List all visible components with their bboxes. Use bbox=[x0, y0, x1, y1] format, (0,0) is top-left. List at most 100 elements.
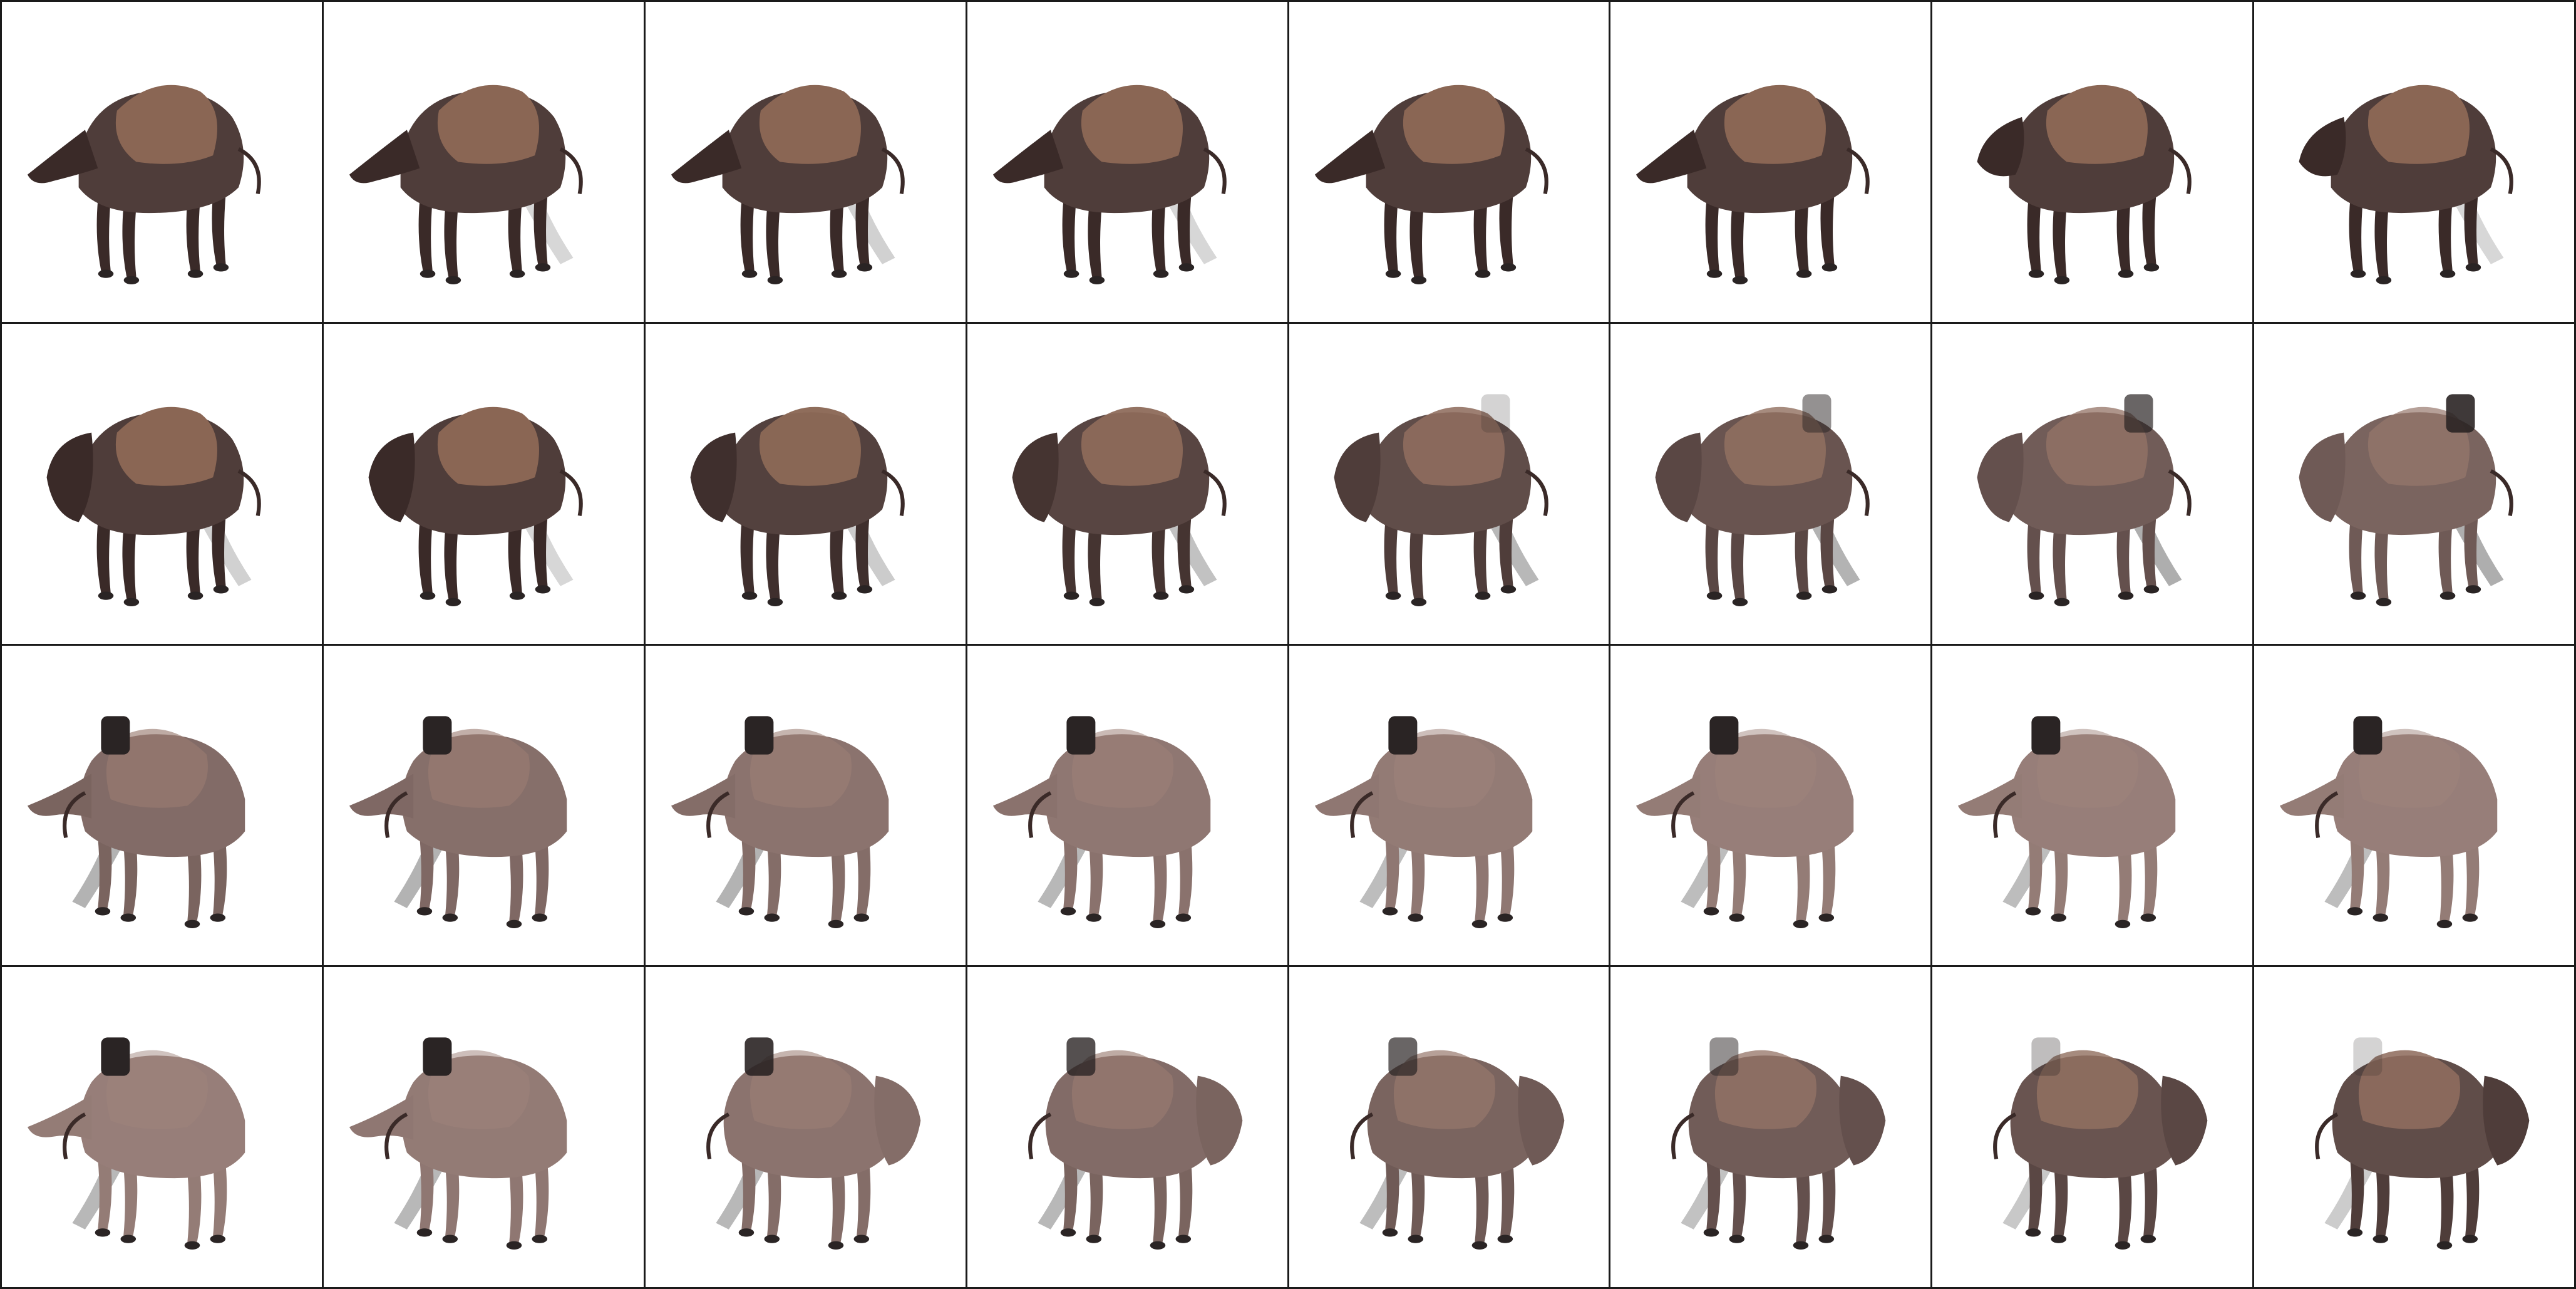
frame-cell bbox=[1610, 2, 1933, 324]
frame-cell bbox=[1932, 967, 2255, 1289]
hoof bbox=[1497, 913, 1513, 922]
leg bbox=[2028, 1159, 2043, 1230]
leg bbox=[1151, 200, 1166, 271]
frame-cell bbox=[2, 967, 324, 1289]
leg bbox=[2350, 1159, 2364, 1230]
hoof bbox=[213, 263, 229, 272]
bison-image bbox=[27, 715, 245, 928]
hoof bbox=[1089, 598, 1105, 606]
leg bbox=[1731, 206, 1745, 277]
hoof bbox=[2350, 591, 2366, 600]
hoof bbox=[95, 906, 111, 916]
hoof bbox=[1385, 269, 1401, 278]
leg bbox=[2439, 850, 2454, 921]
bison-figure bbox=[1958, 715, 2176, 928]
hoof bbox=[1793, 919, 1809, 928]
leg bbox=[2027, 522, 2041, 593]
leg bbox=[1474, 1172, 1488, 1243]
leg bbox=[2465, 844, 2480, 914]
frame-cell bbox=[2, 323, 324, 646]
block-ear bbox=[2124, 394, 2153, 433]
leg bbox=[2439, 1172, 2454, 1243]
hoof bbox=[1178, 263, 1194, 272]
hoof bbox=[184, 1241, 200, 1250]
frame-cell bbox=[645, 967, 967, 1289]
hoof bbox=[1733, 598, 1748, 606]
bison-figure bbox=[1655, 394, 1870, 606]
hoof bbox=[420, 591, 436, 600]
leg bbox=[2349, 522, 2363, 593]
hoof bbox=[2054, 598, 2070, 606]
leg bbox=[186, 200, 200, 271]
leg bbox=[1384, 200, 1398, 271]
hoof bbox=[1796, 269, 1812, 278]
hoof bbox=[1500, 263, 1516, 272]
leg bbox=[444, 528, 458, 599]
hoof bbox=[767, 598, 783, 606]
frame-cell bbox=[323, 2, 646, 324]
hoof bbox=[2029, 591, 2044, 600]
leg bbox=[766, 528, 780, 599]
hoof bbox=[828, 1241, 843, 1250]
bison-figure bbox=[706, 1037, 921, 1250]
leg bbox=[2143, 1165, 2158, 1236]
hoof bbox=[764, 913, 780, 922]
block-ear bbox=[744, 1037, 774, 1076]
leg bbox=[831, 1172, 845, 1243]
leg bbox=[830, 522, 844, 593]
bison-figure bbox=[368, 406, 583, 606]
leg bbox=[1705, 200, 1720, 271]
leg bbox=[2027, 200, 2041, 271]
leg bbox=[509, 850, 523, 921]
hoof bbox=[1793, 1241, 1809, 1250]
block-ear bbox=[1388, 1037, 1417, 1076]
bison-figure bbox=[992, 715, 1210, 928]
leg bbox=[508, 522, 522, 593]
leg bbox=[2464, 515, 2478, 586]
leg bbox=[418, 522, 433, 593]
hoof bbox=[2118, 269, 2134, 278]
bison-image bbox=[1993, 1037, 2208, 1250]
bison-image bbox=[2280, 715, 2498, 928]
bison-image bbox=[706, 1037, 921, 1250]
bison-image bbox=[671, 715, 889, 928]
leg bbox=[1731, 528, 1745, 599]
block-ear bbox=[1802, 394, 1832, 433]
hoof bbox=[2376, 276, 2392, 284]
hoof bbox=[509, 269, 525, 278]
hoof bbox=[1796, 591, 1812, 600]
hoof bbox=[1175, 1235, 1191, 1244]
bison-figure bbox=[349, 85, 583, 284]
hoof bbox=[1060, 906, 1076, 916]
bison-figure bbox=[1349, 1037, 1564, 1250]
leg bbox=[213, 844, 227, 914]
hoof bbox=[120, 1235, 137, 1244]
hoof bbox=[2436, 1241, 2453, 1250]
hoof bbox=[2115, 919, 2131, 928]
hoof bbox=[1060, 1228, 1076, 1237]
hoof bbox=[506, 919, 522, 928]
bison-image bbox=[1314, 715, 1532, 928]
frame-cell bbox=[323, 645, 646, 968]
hoof bbox=[2350, 269, 2366, 278]
leg bbox=[2053, 528, 2067, 599]
hoof bbox=[98, 269, 114, 278]
hoof bbox=[741, 591, 758, 600]
hoof bbox=[532, 1235, 547, 1244]
frame-cell bbox=[645, 645, 967, 968]
leg bbox=[96, 522, 111, 593]
hoof bbox=[1729, 913, 1745, 922]
bison-image bbox=[349, 715, 567, 928]
bison-figure bbox=[1993, 1037, 2208, 1250]
hoof bbox=[1086, 1235, 1101, 1244]
frame-cell bbox=[2254, 967, 2576, 1289]
leg bbox=[766, 206, 780, 277]
hoof bbox=[1153, 591, 1168, 600]
leg bbox=[1384, 837, 1399, 908]
hoof bbox=[187, 591, 204, 600]
leg bbox=[1062, 522, 1076, 593]
bison-figure bbox=[1028, 1037, 1242, 1250]
hoof bbox=[1475, 269, 1490, 278]
leg bbox=[2374, 528, 2389, 599]
bison-figure bbox=[349, 715, 567, 928]
